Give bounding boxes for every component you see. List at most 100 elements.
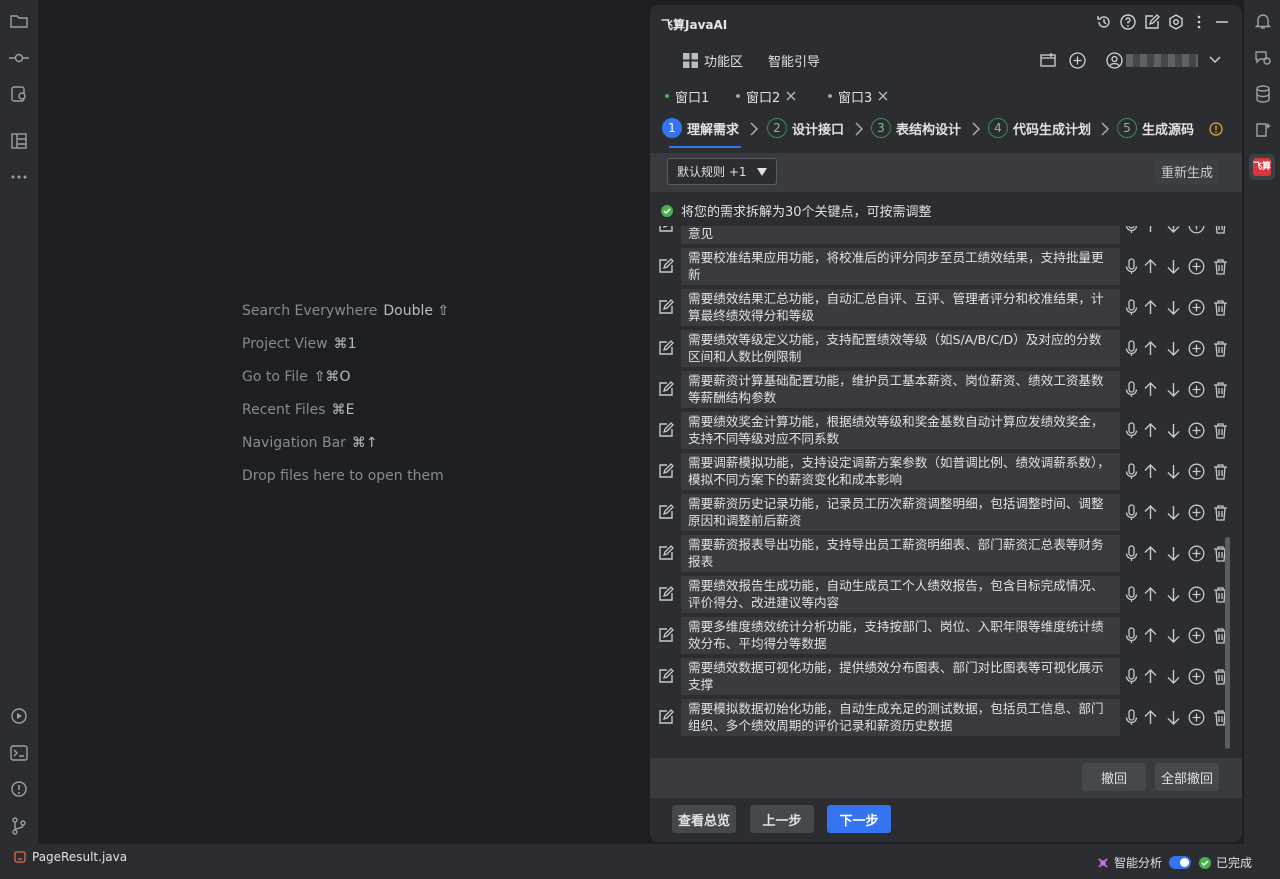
move-down-icon[interactable] <box>1165 545 1182 562</box>
microphone-icon[interactable] <box>1123 299 1140 316</box>
microphone-icon[interactable] <box>1123 709 1140 726</box>
edit-icon[interactable] <box>658 422 674 438</box>
move-down-icon[interactable] <box>1165 299 1182 316</box>
move-up-icon[interactable] <box>1142 709 1159 726</box>
requirement-text[interactable]: 需要薪资计算基础配置功能，维护员工基本薪资、岗位薪资、绩效工资基数等薪酬结构参数 <box>681 371 1120 408</box>
database-icon[interactable] <box>1252 83 1274 105</box>
edit-icon[interactable] <box>658 340 674 356</box>
more-icon[interactable] <box>8 166 30 188</box>
move-down-icon[interactable] <box>1165 463 1182 480</box>
move-up-icon[interactable] <box>1142 463 1159 480</box>
edit-icon[interactable] <box>658 504 674 520</box>
add-item-icon[interactable] <box>1188 627 1205 644</box>
step-1[interactable]: 1 理解需求 <box>662 118 739 138</box>
run-icon[interactable] <box>8 705 30 727</box>
add-item-icon[interactable] <box>1188 586 1205 603</box>
edit-icon[interactable] <box>658 258 674 274</box>
git-icon[interactable] <box>8 815 30 837</box>
requirement-text[interactable]: 需要调薪模拟功能，支持设定调薪方案参数（如普调比例、绩效调薪系数），模拟不同方案… <box>681 453 1120 490</box>
move-down-icon[interactable] <box>1165 258 1182 275</box>
requirement-text[interactable]: 需要模拟数据初始化功能，自动生成充足的测试数据，包括员工信息、部门组织、多个绩效… <box>681 699 1120 736</box>
microphone-icon[interactable] <box>1123 422 1140 439</box>
move-up-icon[interactable] <box>1142 627 1159 644</box>
step-3[interactable]: 3 表结构设计 <box>871 118 961 138</box>
microphone-icon[interactable] <box>1123 545 1140 562</box>
add-icon[interactable] <box>1068 51 1086 69</box>
move-down-icon[interactable] <box>1165 226 1182 234</box>
next-step-button[interactable]: 下一步 <box>827 805 891 833</box>
chevron-down-icon[interactable] <box>1206 51 1224 69</box>
close-icon[interactable] <box>878 91 888 101</box>
microphone-icon[interactable] <box>1123 340 1140 357</box>
move-up-icon[interactable] <box>1142 299 1159 316</box>
add-item-icon[interactable] <box>1188 545 1205 562</box>
move-down-icon[interactable] <box>1165 586 1182 603</box>
add-item-icon[interactable] <box>1188 258 1205 275</box>
scrollbar[interactable] <box>1225 537 1230 749</box>
requirement-text[interactable]: 需要校准结果应用功能，将校准后的评分同步至员工绩效结果，支持批量更新 <box>681 248 1120 285</box>
smart-analysis[interactable]: 智能分析 已完成 <box>1097 854 1252 871</box>
move-up-icon[interactable] <box>1142 586 1159 603</box>
microphone-icon[interactable] <box>1123 668 1140 685</box>
delete-icon[interactable] <box>1212 340 1229 357</box>
ai-chat-icon[interactable] <box>1252 47 1274 69</box>
minimize-icon[interactable] <box>1213 13 1231 31</box>
edit-icon[interactable] <box>658 381 674 397</box>
prev-step-button[interactable]: 上一步 <box>750 805 814 833</box>
edit-icon[interactable] <box>658 545 674 561</box>
add-item-icon[interactable] <box>1188 463 1205 480</box>
status-file[interactable]: PageResult.java <box>14 850 127 864</box>
undo-button[interactable]: 撤回 <box>1082 763 1146 791</box>
add-item-icon[interactable] <box>1188 226 1205 234</box>
terminal-icon[interactable] <box>8 742 30 764</box>
move-up-icon[interactable] <box>1142 226 1159 234</box>
step-5[interactable]: 5 生成源码 <box>1117 118 1194 138</box>
delete-icon[interactable] <box>1212 463 1229 480</box>
user-icon[interactable] <box>1105 51 1123 69</box>
tab-window-1[interactable]: 窗口1 <box>659 84 715 108</box>
add-item-icon[interactable] <box>1188 504 1205 521</box>
requirement-text[interactable]: 需要薪资历史记录功能，记录员工历次薪资调整明细，包括调整时间、调整原因和调整前后… <box>681 494 1120 531</box>
move-down-icon[interactable] <box>1165 504 1182 521</box>
add-item-icon[interactable] <box>1188 422 1205 439</box>
rules-select[interactable]: 默认规则 +1 <box>667 158 777 185</box>
add-item-icon[interactable] <box>1188 299 1205 316</box>
pull-requests-icon[interactable] <box>8 83 30 105</box>
move-down-icon[interactable] <box>1165 668 1182 685</box>
tab-window-3[interactable]: 窗口3 <box>822 84 894 108</box>
step-2[interactable]: 2 设计接口 <box>767 118 844 138</box>
microphone-icon[interactable] <box>1123 258 1140 275</box>
microphone-icon[interactable] <box>1123 627 1140 644</box>
commit-icon[interactable] <box>8 47 30 69</box>
delete-icon[interactable] <box>1212 258 1229 275</box>
requirement-text[interactable]: 需要薪资报表导出功能，支持导出员工薪资明细表、部门薪资汇总表等财务报表 <box>681 535 1120 572</box>
edit-icon[interactable] <box>658 709 674 725</box>
microphone-icon[interactable] <box>1123 226 1140 234</box>
requirement-text[interactable]: 需要绩效等级定义功能，支持配置绩效等级（如S/A/B/C/D）及对应的分数区间和… <box>681 330 1120 367</box>
requirement-text[interactable]: 需要绩效结果汇总功能，自动汇总自评、互评、管理者评分和校准结果，计算最终绩效得分… <box>681 289 1120 326</box>
requirement-text[interactable]: 需要绩效报告生成功能，自动生成员工个人绩效报告，包含目标完成情况、评价得分、改进… <box>681 576 1120 613</box>
history-icon[interactable] <box>1095 13 1113 31</box>
edit-icon[interactable] <box>658 226 674 233</box>
microphone-icon[interactable] <box>1123 504 1140 521</box>
delete-icon[interactable] <box>1212 226 1229 234</box>
view-overview-button[interactable]: 查看总览 <box>672 805 736 833</box>
step-4[interactable]: 4 代码生成计划 <box>988 118 1091 138</box>
more-options-icon[interactable] <box>1190 13 1208 31</box>
feisuan-icon[interactable]: 飞算 <box>1249 154 1275 180</box>
warning-icon[interactable] <box>1209 122 1223 136</box>
edit-icon[interactable] <box>658 463 674 479</box>
add-item-icon[interactable] <box>1188 668 1205 685</box>
smart-analysis-toggle[interactable] <box>1169 856 1192 869</box>
delete-icon[interactable] <box>1212 504 1229 521</box>
add-item-icon[interactable] <box>1188 340 1205 357</box>
requirement-text[interactable]: 需要绩效数据可视化功能，提供绩效分布图表、部门对比图表等可视化展示支撑 <box>681 658 1120 695</box>
microphone-icon[interactable] <box>1123 463 1140 480</box>
move-up-icon[interactable] <box>1142 504 1159 521</box>
close-icon[interactable] <box>786 91 796 101</box>
settings-icon[interactable] <box>1167 13 1185 31</box>
ai-assistant-icon[interactable] <box>1252 119 1274 141</box>
move-down-icon[interactable] <box>1165 709 1182 726</box>
move-up-icon[interactable] <box>1142 545 1159 562</box>
move-up-icon[interactable] <box>1142 258 1159 275</box>
